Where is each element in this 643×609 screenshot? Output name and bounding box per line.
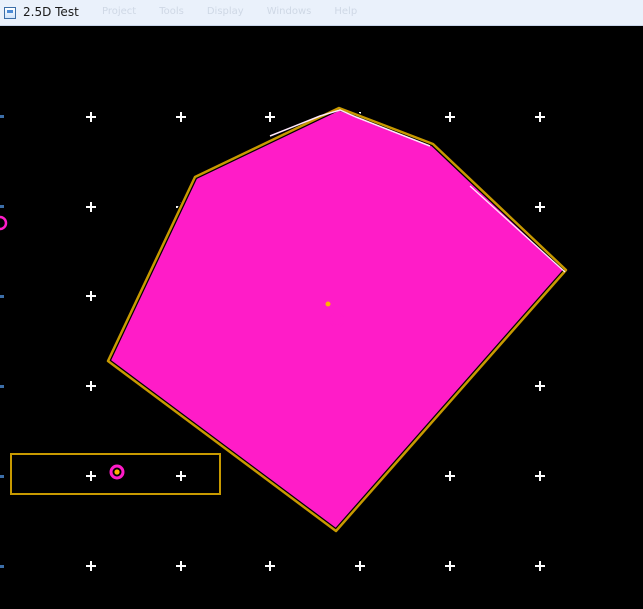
- edge-tick-1: [0, 115, 4, 118]
- edge-tick-6: [0, 565, 4, 568]
- app-icon: [4, 7, 16, 19]
- ghost-menu-project: Project: [102, 6, 137, 17]
- edge-tick-2: [0, 205, 4, 208]
- pivot-icon: [325, 301, 331, 307]
- scene-canvas[interactable]: [0, 26, 643, 609]
- edge-tick-4: [0, 385, 4, 388]
- edge-tick-3: [0, 295, 4, 298]
- title-bar: 2.5D Test Project Tools Display Windows …: [0, 0, 643, 26]
- ghost-menu-tools: Tools: [159, 6, 184, 17]
- edge-tick-5: [0, 475, 4, 478]
- scene-viewport[interactable]: [0, 26, 643, 609]
- app-window: 2.5D Test Project Tools Display Windows …: [0, 0, 643, 609]
- ghost-menu-help: Help: [334, 6, 358, 17]
- ghost-menu-bar: Project Tools Display Windows Help: [102, 4, 357, 19]
- ghost-menu-windows: Windows: [266, 6, 312, 17]
- selected-point-core-icon: [114, 469, 120, 475]
- window-title: 2.5D Test: [23, 5, 79, 19]
- ghost-menu-display: Display: [206, 6, 244, 17]
